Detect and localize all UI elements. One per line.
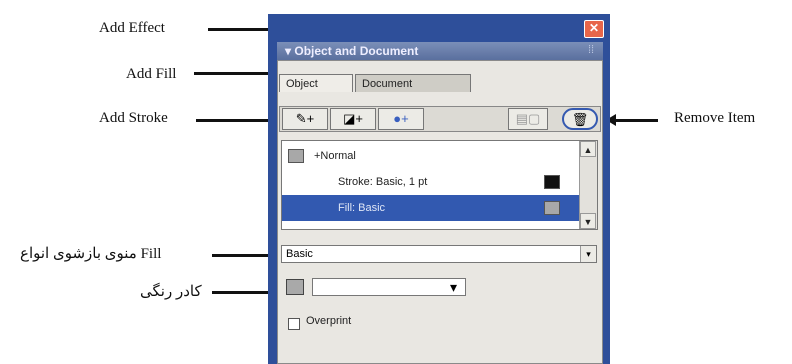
fill-type-value: Basic: [286, 248, 313, 260]
arrow-add-stroke: [196, 119, 274, 122]
fill-type-select[interactable]: Basic ▾: [281, 245, 597, 263]
overprint-checkbox[interactable]: [288, 318, 300, 330]
list-scrollbar[interactable]: ▲ ▼: [579, 141, 597, 229]
scroll-down-icon[interactable]: ▼: [580, 213, 596, 229]
add-effect-button[interactable]: ●+: [378, 108, 424, 130]
scroll-up-icon[interactable]: ▲: [580, 141, 596, 157]
list-item-label: Fill: Basic: [338, 202, 386, 214]
stroke-swatch-icon: [544, 175, 560, 189]
attribute-list: +Normal Stroke: Basic, 1 pt Fill: Basic …: [281, 140, 598, 230]
tab-document[interactable]: Document: [355, 74, 471, 92]
close-icon[interactable]: ✕: [584, 20, 604, 38]
list-item[interactable]: Stroke: Basic, 1 pt: [282, 169, 580, 195]
color-swatch[interactable]: [286, 279, 304, 295]
color-box: ▾: [286, 276, 466, 298]
panel-title[interactable]: ▾ Object and Document: [277, 42, 603, 60]
add-stroke-button[interactable]: ✎+: [282, 108, 328, 130]
duplicate-item-button[interactable]: ▤▢: [508, 108, 548, 130]
arrow-color-box: [212, 291, 274, 294]
annotation-add-fill: Add Fill: [126, 66, 177, 82]
remove-item-button[interactable]: 🗑: [562, 108, 598, 130]
annotation-add-stroke: Add Stroke: [99, 110, 168, 126]
annotation-add-effect: Add Effect: [99, 20, 165, 36]
list-item-label: +Normal: [314, 150, 356, 162]
overprint-label: Overprint: [306, 315, 352, 327]
annotation-color-box: کادر رنگی: [140, 284, 202, 300]
arrow-fill-menu: [212, 254, 274, 257]
color-dropdown[interactable]: ▾: [312, 278, 466, 296]
grip-icon[interactable]: ⁞⁞: [588, 44, 594, 56]
list-item[interactable]: +Normal: [282, 143, 580, 169]
list-item-label: Stroke: Basic, 1 pt: [338, 176, 428, 188]
list-item[interactable]: Fill: Basic: [282, 195, 580, 221]
chevron-down-icon: ▾: [449, 279, 457, 295]
annotation-fill-menu: منوی بازشوی انواع Fill: [20, 246, 162, 262]
annotation-remove-item: Remove Item: [674, 110, 756, 126]
fill-swatch-icon: [544, 201, 560, 215]
add-fill-button[interactable]: ◪+: [330, 108, 376, 130]
tab-object[interactable]: Object: [279, 74, 353, 92]
arrow-remove-item: [614, 119, 658, 122]
chevron-down-icon[interactable]: ▾: [580, 246, 596, 262]
swatch-icon: [288, 149, 304, 163]
